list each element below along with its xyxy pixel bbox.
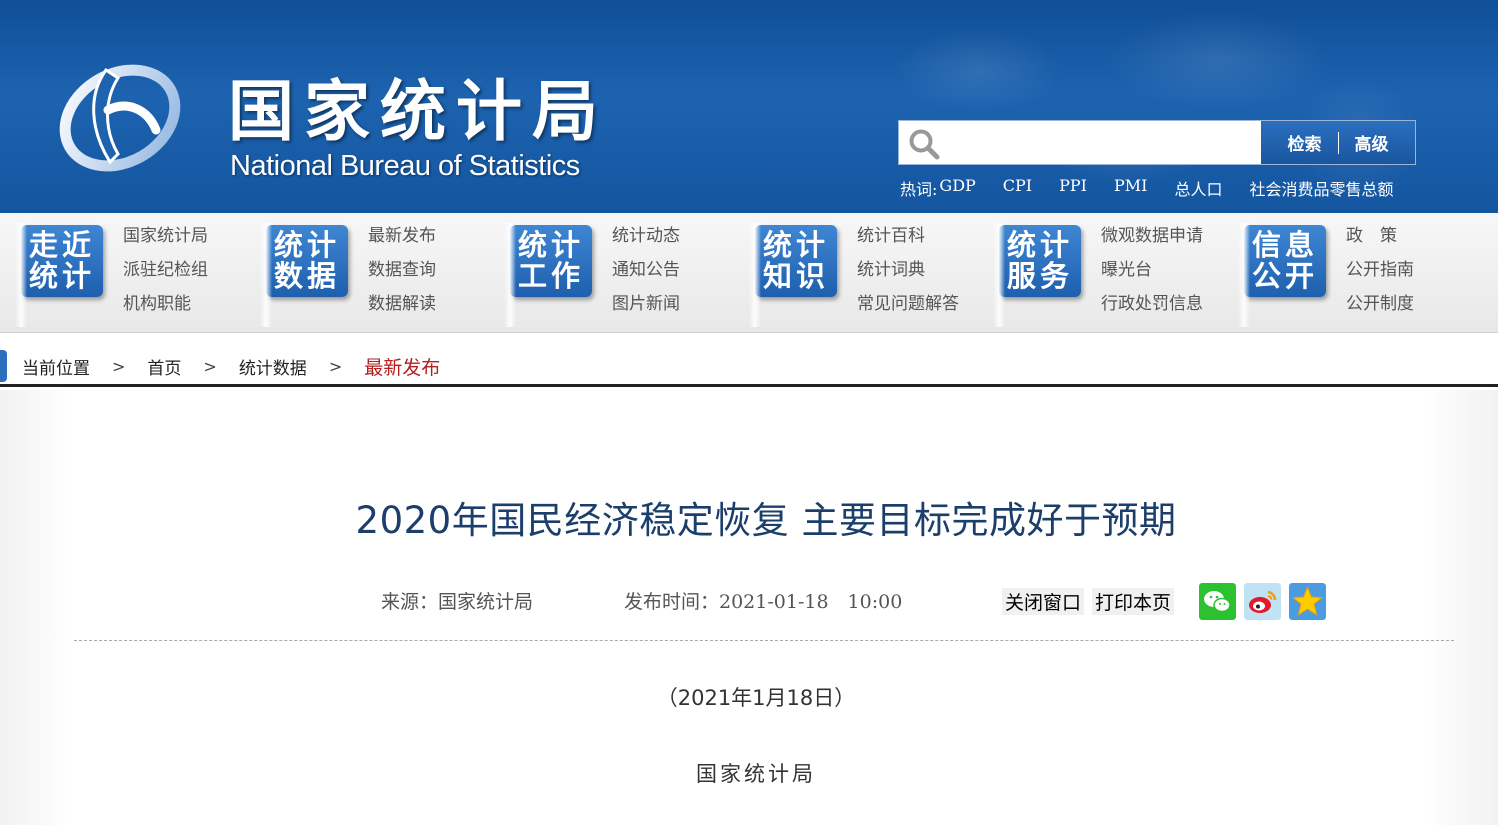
nav-link[interactable]: 派驻纪检组 <box>123 258 253 292</box>
article-date: （2021年1月18日） <box>656 686 856 710</box>
hotword-link[interactable]: PPI <box>1059 176 1087 200</box>
nav-badge-about[interactable]: 走近 统计 <box>21 225 103 297</box>
nav-link[interactable]: 数据解读 <box>368 292 498 326</box>
nav-link[interactable]: 曝光台 <box>1101 258 1231 292</box>
nav-link[interactable]: 公开制度 <box>1346 292 1476 326</box>
nav-link[interactable]: 统计词典 <box>857 258 987 292</box>
search-icon <box>909 129 940 160</box>
hotword-link[interactable]: 总人口 <box>1174 176 1222 200</box>
breadcrumb-current[interactable]: 最新发布 <box>364 353 440 380</box>
print-page-button[interactable]: 打印本页 <box>1092 588 1175 615</box>
search-bar: 检索 高级 <box>898 120 1416 165</box>
site-title-cn[interactable]: 国家统计局 <box>228 58 608 154</box>
hotwords-bar: 热词: GDP CPI PPI PMI 总人口 社会消费品零售总额 <box>900 176 1393 200</box>
article-source: 来源：国家统计局 <box>381 591 534 613</box>
chevron-right-icon: > <box>112 357 126 376</box>
nav-link[interactable]: 图片新闻 <box>612 292 742 326</box>
breadcrumb-label: 当前位置 <box>22 359 90 379</box>
nav-link[interactable]: 公开指南 <box>1346 258 1476 292</box>
close-window-button[interactable]: 关闭窗口 <box>1002 588 1085 615</box>
breadcrumb: 当前位置 > 首页 > 统计数据 > 最新发布 <box>0 345 1498 387</box>
hotword-link[interactable]: PMI <box>1114 176 1147 200</box>
article-author: 国家统计局 <box>696 762 816 786</box>
qzone-icon[interactable] <box>1289 583 1326 620</box>
article-title: 2020年国民经济稳定恢复 主要目标完成好于预期 <box>355 499 1177 542</box>
nav-link[interactable]: 机构职能 <box>123 292 253 326</box>
nav-link[interactable]: 微观数据申请 <box>1101 224 1231 258</box>
nbs-logo-icon[interactable] <box>48 50 188 180</box>
hotword-link[interactable]: GDP <box>939 176 975 200</box>
search-button[interactable]: 检索 <box>1272 130 1338 155</box>
site-title-en[interactable]: National Bureau of Statistics <box>230 150 580 183</box>
breadcrumb-stats-data[interactable]: 统计数据 <box>239 354 307 379</box>
site-header: 国家统计局 National Bureau of Statistics 检索 高… <box>0 0 1498 213</box>
nav-link[interactable]: 政 策 <box>1346 224 1476 258</box>
nav-link[interactable]: 最新发布 <box>368 224 498 258</box>
advanced-search-button[interactable]: 高级 <box>1339 130 1405 155</box>
nav-link[interactable]: 国家统计局 <box>123 224 253 258</box>
chevron-right-icon: > <box>203 357 217 376</box>
chevron-right-icon: > <box>328 357 343 376</box>
search-input[interactable] <box>949 127 1254 159</box>
breadcrumb-home[interactable]: 首页 <box>147 354 181 379</box>
hotword-link[interactable]: CPI <box>1003 176 1032 200</box>
search-buttons: 检索 高级 <box>1261 121 1415 164</box>
nav-link[interactable]: 通知公告 <box>612 258 742 292</box>
nav-link[interactable]: 行政处罚信息 <box>1101 292 1231 326</box>
nav-link[interactable]: 统计动态 <box>612 224 742 258</box>
hotword-link[interactable]: 社会消费品零售总额 <box>1249 176 1393 200</box>
hotwords-label: 热词: <box>900 180 938 199</box>
wechat-icon[interactable] <box>1199 583 1236 620</box>
nav-badge-knowledge[interactable]: 统计 知识 <box>755 225 837 297</box>
nav-link[interactable]: 统计百科 <box>857 224 987 258</box>
nav-badge-disclosure[interactable]: 信息 公开 <box>1244 225 1326 297</box>
breadcrumb-marker <box>0 350 7 382</box>
article-publish-time: 发布时间：2021-01-18 10:00 <box>624 591 903 613</box>
weibo-icon[interactable] <box>1244 583 1281 620</box>
nav-badge-data[interactable]: 统计 数据 <box>266 225 348 297</box>
article-divider <box>74 640 1454 641</box>
main-nav: 走近 统计 国家统计局 派驻纪检组 机构职能 统计 数据 最新发布 数据查询 数据解… <box>0 213 1498 333</box>
nav-link[interactable]: 常见问题解答 <box>857 292 987 326</box>
nav-badge-work[interactable]: 统计 工作 <box>510 225 592 297</box>
nav-badge-service[interactable]: 统计 服务 <box>999 225 1081 297</box>
nav-link[interactable]: 数据查询 <box>368 258 498 292</box>
